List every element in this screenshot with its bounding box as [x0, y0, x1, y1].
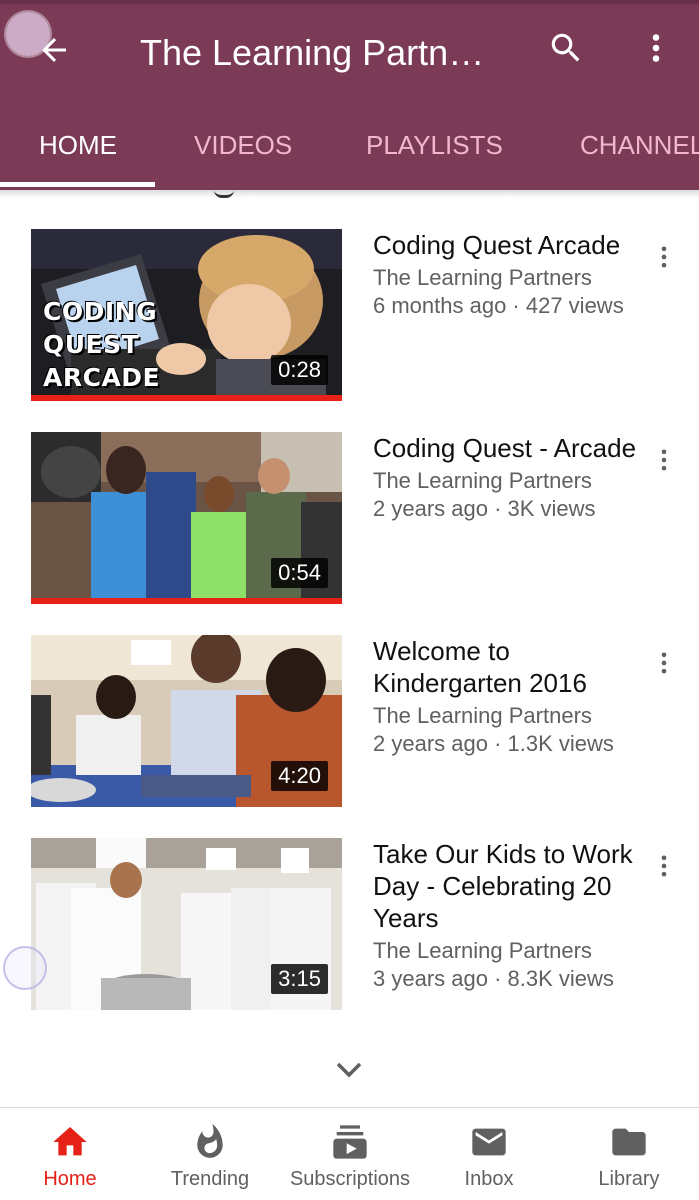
video-item[interactable]: 0:54 Coding Quest - Arcade The Learning …: [0, 432, 699, 612]
mail-icon: [467, 1122, 511, 1162]
video-channel: The Learning Partners: [373, 938, 592, 963]
video-thumbnail[interactable]: 4:20: [31, 635, 342, 807]
more-vert-icon: [650, 647, 678, 684]
overflow-menu-button[interactable]: [628, 22, 684, 78]
duration-badge: 0:54: [271, 558, 328, 588]
search-button[interactable]: [538, 22, 594, 78]
subscriptions-icon: [328, 1122, 372, 1162]
video-title: Welcome to Kindergarten 2016: [373, 636, 587, 698]
video-age-views: 3 years ago · 8.3K views: [373, 966, 614, 991]
duration-badge: 0:28: [271, 355, 328, 385]
watched-progress-bar: [31, 395, 342, 401]
tab-home[interactable]: HOME: [39, 104, 117, 190]
video-action-menu-button[interactable]: [646, 848, 682, 888]
tab-channels[interactable]: CHANNELS: [580, 104, 699, 190]
caption-line: CODING: [43, 297, 158, 326]
touch-indicator: [3, 946, 47, 990]
video-thumbnail[interactable]: 0:54: [31, 432, 342, 604]
more-vert-icon: [638, 30, 674, 71]
duration-badge: 4:20: [271, 761, 328, 791]
folder-icon: [607, 1122, 651, 1162]
caption-line: ARCADE: [43, 363, 161, 392]
video-title: Coding Quest Arcade: [373, 230, 621, 260]
channel-title: The Learning Partners: [140, 32, 485, 73]
nav-inbox[interactable]: Inbox: [419, 1108, 559, 1200]
nav-subscriptions[interactable]: Subscriptions: [280, 1108, 420, 1200]
app-bar: The Learning Partners HOME VIDEOS PLAYLI…: [0, 0, 699, 190]
home-icon: [48, 1122, 92, 1162]
video-info[interactable]: Welcome to Kindergarten 2016 The Learnin…: [373, 635, 645, 758]
video-item[interactable]: CODING QUEST ARCADE 0:28 Coding Quest Ar…: [0, 229, 699, 409]
nav-label: Home: [43, 1168, 97, 1190]
video-info[interactable]: Take Our Kids to Work Day - Celebrating …: [373, 838, 645, 993]
video-info[interactable]: Coding Quest Arcade The Learning Partner…: [373, 229, 645, 320]
video-age-views: 2 years ago · 3K views: [373, 496, 596, 521]
chevron-down-icon: [334, 1059, 364, 1086]
nav-label: Subscriptions: [289, 1168, 411, 1190]
watched-progress-bar: [31, 598, 342, 604]
more-vert-icon: [650, 241, 678, 278]
nav-label: Trending: [170, 1168, 250, 1190]
nav-trending[interactable]: Trending: [140, 1108, 280, 1200]
tab-playlists[interactable]: PLAYLISTS: [366, 104, 503, 190]
video-thumbnail[interactable]: 3:15: [31, 838, 342, 1010]
thumbnail-caption: CODING QUEST ARCADE: [43, 295, 160, 394]
nav-label: Inbox: [464, 1168, 514, 1190]
bottom-navigation: Home Trending Subscriptions Inbox Librar…: [0, 1107, 699, 1200]
video-item[interactable]: 3:15 Take Our Kids to Work Day - Celebra…: [0, 838, 699, 1018]
nav-library[interactable]: Library: [559, 1108, 699, 1200]
expand-more-button[interactable]: [332, 1058, 366, 1086]
tab-videos[interactable]: VIDEOS: [194, 104, 292, 190]
video-action-menu-button[interactable]: [646, 239, 682, 279]
touch-indicator: [6, 12, 50, 56]
video-info[interactable]: Coding Quest - Arcade The Learning Partn…: [373, 432, 645, 523]
video-age-views: 6 months ago · 427 views: [373, 293, 624, 318]
more-vert-icon: [650, 850, 678, 887]
video-item[interactable]: 4:20 Welcome to Kindergarten 2016 The Le…: [0, 635, 699, 815]
video-title: Take Our Kids to Work Day - Celebrating …: [373, 839, 633, 933]
caption-line: QUEST: [43, 330, 140, 359]
app-bar-shadow: [0, 190, 699, 198]
nav-label: Library: [598, 1168, 660, 1190]
tab-indicator: [0, 182, 155, 187]
video-thumbnail[interactable]: CODING QUEST ARCADE 0:28: [31, 229, 342, 401]
video-channel: The Learning Partners: [373, 265, 592, 290]
channel-tabs: HOME VIDEOS PLAYLISTS CHANNELS: [0, 104, 699, 190]
status-strip: [0, 0, 699, 4]
video-action-menu-button[interactable]: [646, 645, 682, 685]
video-channel: The Learning Partners: [373, 468, 592, 493]
search-icon: [547, 29, 585, 72]
duration-badge: 3:15: [271, 964, 328, 994]
video-action-menu-button[interactable]: [646, 442, 682, 482]
nav-home[interactable]: Home: [0, 1108, 140, 1200]
more-vert-icon: [650, 444, 678, 481]
video-channel: The Learning Partners: [373, 703, 592, 728]
video-title: Coding Quest - Arcade: [373, 433, 637, 463]
video-age-views: 2 years ago · 1.3K views: [373, 731, 614, 756]
flame-icon: [188, 1122, 232, 1162]
